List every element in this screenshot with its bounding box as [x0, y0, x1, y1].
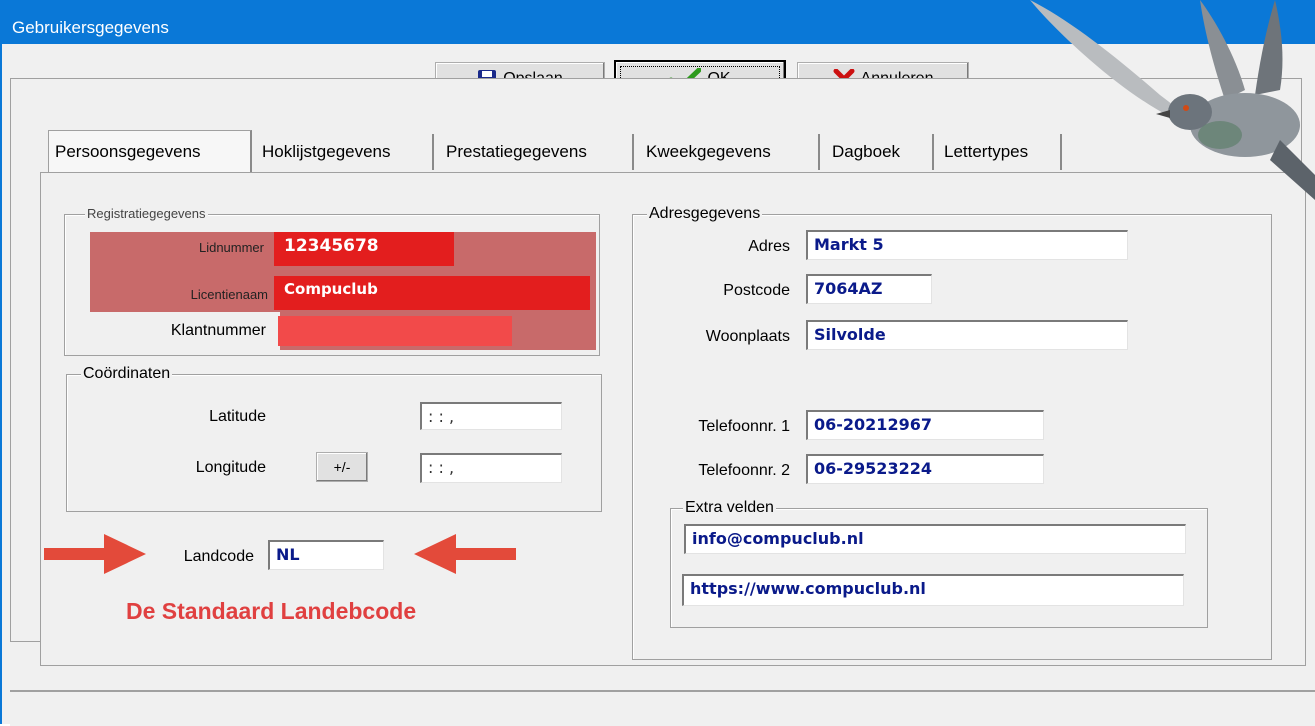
- extra-field-2-input[interactable]: https://www.compuclub.nl: [682, 574, 1184, 606]
- licentienaam-label: Licentienaam: [190, 287, 268, 302]
- extra-field-1-input[interactable]: info@compuclub.nl: [684, 524, 1186, 554]
- window-title: Gebruikersgegevens: [12, 18, 169, 37]
- klantnummer-field[interactable]: [278, 316, 512, 346]
- landcode-input[interactable]: NL: [268, 540, 384, 570]
- registratie-group-title: Registratiegegevens: [85, 206, 208, 221]
- dialog-window: Gebruikersgegevens Opslaan OK Annuleren …: [0, 0, 1315, 726]
- landcode-annotation: De Standaard Landebcode: [126, 598, 417, 624]
- postcode-label: Postcode: [723, 282, 790, 299]
- klantnummer-label: Klantnummer: [170, 322, 266, 339]
- tab-persoonsgegevens[interactable]: Persoonsgegevens: [48, 130, 252, 172]
- tab-label: Prestatiegegevens: [446, 142, 587, 161]
- longitude-input[interactable]: : : ,: [420, 453, 562, 483]
- woonplaats-input[interactable]: Silvolde: [806, 320, 1128, 350]
- sign-toggle-label: +/-: [333, 459, 351, 475]
- adres-group-title: Adresgegevens: [647, 205, 763, 223]
- adres-label: Adres: [748, 238, 790, 255]
- licentienaam-field[interactable]: Compuclub: [274, 276, 590, 310]
- tel1-input[interactable]: 06-20212967: [806, 410, 1044, 440]
- tab-kweekgegevens[interactable]: Kweekgegevens: [640, 134, 820, 170]
- woonplaats-label: Woonplaats: [705, 328, 790, 345]
- left-arrow-icon: [414, 534, 516, 574]
- pigeon-icon: [1030, 0, 1315, 200]
- latitude-input[interactable]: : : ,: [420, 402, 562, 430]
- extra-group-title: Extra velden: [683, 499, 776, 517]
- status-bar: [10, 690, 1315, 726]
- postcode-input[interactable]: 7064AZ: [806, 274, 932, 304]
- right-arrow-icon: [44, 534, 146, 574]
- lidnummer-label: Lidnummer: [198, 240, 264, 255]
- longitude-label: Longitude: [195, 459, 266, 476]
- tel2-input[interactable]: 06-29523224: [806, 454, 1044, 484]
- adres-input[interactable]: Markt 5: [806, 230, 1128, 260]
- tab-hoklijstgegevens[interactable]: Hoklijstgegevens: [256, 134, 434, 170]
- tab-label: Kweekgegevens: [646, 142, 771, 161]
- lidnummer-field[interactable]: 12345678: [274, 232, 454, 266]
- tab-prestatiegegevens[interactable]: Prestatiegegevens: [440, 134, 634, 170]
- tab-label: Hoklijstgegevens: [262, 142, 391, 161]
- tab-label: Persoonsgegevens: [55, 141, 201, 161]
- tab-label: Dagboek: [832, 142, 901, 161]
- coordinaten-group-title: Coördinaten: [81, 365, 173, 383]
- coordinaten-group: Coördinaten: [66, 365, 602, 512]
- tab-dagboek[interactable]: Dagboek: [826, 134, 934, 170]
- latitude-label: Latitude: [209, 408, 266, 425]
- tel2-label: Telefoonnr. 2: [698, 462, 790, 479]
- sign-toggle-button[interactable]: +/-: [316, 452, 368, 482]
- tel1-label: Telefoonnr. 1: [698, 418, 790, 435]
